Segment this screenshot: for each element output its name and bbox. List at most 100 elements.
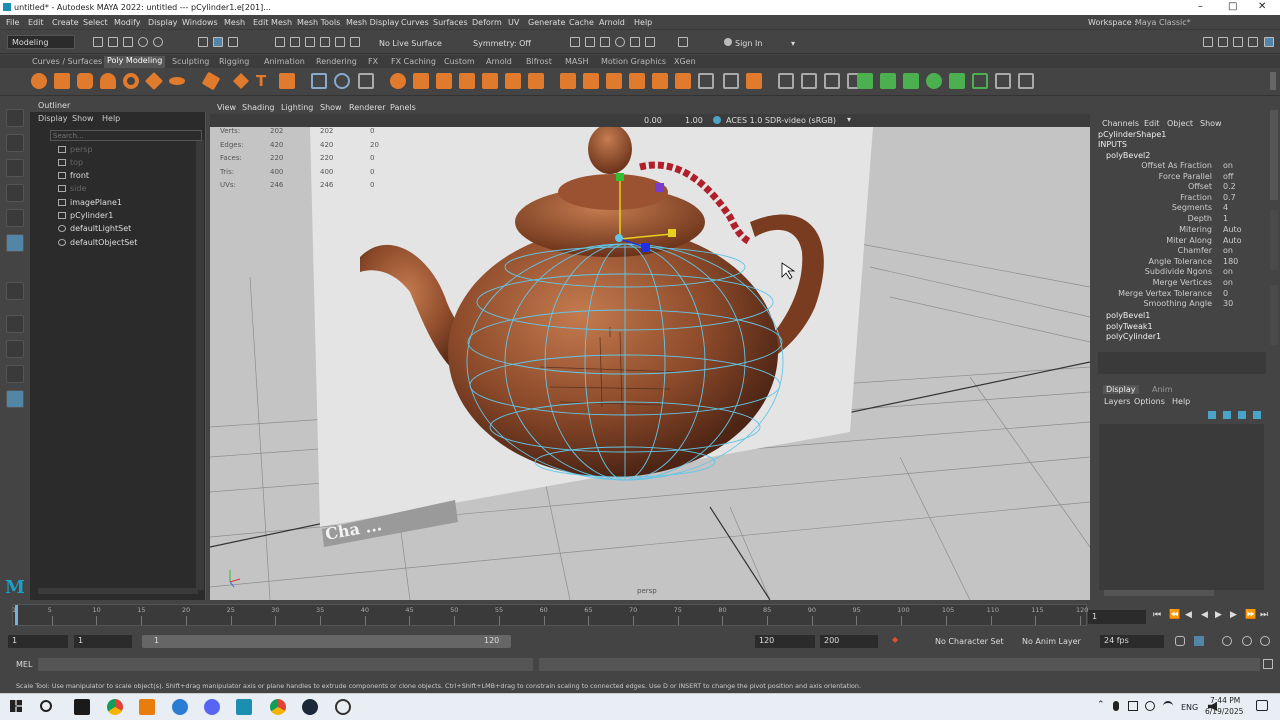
- outliner-search-input[interactable]: [50, 130, 202, 141]
- tool-settings-icon[interactable]: [1233, 37, 1243, 47]
- fps-dropdown[interactable]: 24 fps: [1100, 635, 1164, 648]
- side-tab-attribute-editor[interactable]: [1270, 285, 1278, 345]
- channelbox-menu-edit[interactable]: Edit: [1144, 119, 1160, 128]
- snap-view-icon[interactable]: [320, 37, 330, 47]
- outliner-item-side[interactable]: side: [58, 184, 86, 193]
- playhead[interactable]: [15, 605, 18, 625]
- channel-row[interactable]: Offset As Fraction on: [1096, 161, 1268, 172]
- poly-torus-icon[interactable]: [123, 73, 139, 89]
- shelf-tab-animation[interactable]: Animation: [264, 57, 305, 66]
- channelbox-object-name[interactable]: pCylinderShape1: [1098, 130, 1166, 139]
- tray-chevron-icon[interactable]: ⌃: [1097, 700, 1105, 710]
- viewport-menu-panels[interactable]: Panels: [390, 103, 416, 112]
- go-to-end-icon[interactable]: ⏭: [1260, 610, 1268, 620]
- outliner-scrollbar[interactable]: [196, 140, 204, 590]
- redo-icon[interactable]: [153, 37, 163, 47]
- blender-icon[interactable]: [139, 699, 155, 715]
- workspace-value[interactable]: Maya Classic*: [1135, 18, 1191, 27]
- sculpt-icon[interactable]: [778, 73, 794, 89]
- shelf-tab-motion-graphics[interactable]: Motion Graphics: [601, 57, 666, 66]
- loop-icon[interactable]: [1175, 636, 1185, 646]
- collapse-icon[interactable]: [606, 73, 622, 89]
- menu-display[interactable]: Display: [148, 18, 178, 27]
- select-component-icon[interactable]: [228, 37, 238, 47]
- layer-menu-options[interactable]: Options: [1134, 397, 1165, 406]
- soft-select-icon[interactable]: [746, 73, 762, 89]
- insert-edge-loop-icon[interactable]: [801, 73, 817, 89]
- command-input[interactable]: [38, 658, 533, 671]
- offset-edge-loop-icon[interactable]: [824, 73, 840, 89]
- clock-date[interactable]: 6/19/2025: [1205, 707, 1243, 716]
- move-layer-down-icon[interactable]: [1238, 411, 1246, 419]
- smooth-icon[interactable]: [358, 73, 374, 89]
- layer-menu-layers[interactable]: Layers: [1104, 397, 1130, 406]
- menu-mesh-tools[interactable]: Mesh Tools: [297, 18, 340, 27]
- steam-icon[interactable]: [302, 699, 318, 715]
- new-scene-icon[interactable]: [93, 37, 103, 47]
- step-back-key-icon[interactable]: ⏪: [1169, 610, 1180, 620]
- symmetry-label[interactable]: Symmetry: Off: [473, 39, 531, 48]
- cache-playback-icon[interactable]: [1194, 636, 1204, 646]
- shelf-tab-arnold[interactable]: Arnold: [486, 57, 512, 66]
- move-layer-up-icon[interactable]: [1223, 411, 1231, 419]
- exposure-value[interactable]: 0.00: [644, 116, 662, 125]
- channel-row[interactable]: Subdivide Ngons on: [1096, 267, 1268, 278]
- menu-uv[interactable]: UV: [508, 18, 519, 27]
- select-object-icon[interactable]: [213, 37, 223, 47]
- channelbox-menu-show[interactable]: Show: [1200, 119, 1222, 128]
- layout-outliner-icon[interactable]: [6, 390, 24, 408]
- range-bar[interactable]: 1 120: [142, 635, 511, 648]
- shelf-tab-xgen[interactable]: XGen: [674, 57, 696, 66]
- channelbox-node-polytweak1[interactable]: polyTweak1: [1106, 322, 1153, 331]
- outliner-item-front[interactable]: front: [58, 171, 89, 180]
- close-icon[interactable]: ✕: [1258, 1, 1266, 12]
- menu-curves[interactable]: Curves: [401, 18, 429, 27]
- shelf-tab-rigging[interactable]: Rigging: [219, 57, 249, 66]
- viewport-menu-renderer[interactable]: Renderer: [349, 103, 386, 112]
- outliner-hscrollbar[interactable]: [38, 588, 198, 594]
- multi-cut-icon[interactable]: [652, 73, 668, 89]
- pycharm-icon[interactable]: [74, 699, 90, 715]
- tray-pen-icon[interactable]: [1145, 701, 1155, 711]
- render-settings-icon[interactable]: [600, 37, 610, 47]
- snap-grid-icon[interactable]: [275, 37, 285, 47]
- time-slider[interactable]: 1510152025303540455055606570758085909510…: [0, 600, 1280, 630]
- snap-live-icon[interactable]: [350, 37, 360, 47]
- step-forward-key-icon[interactable]: ⏩: [1245, 610, 1256, 620]
- wifi-icon[interactable]: [1163, 701, 1173, 711]
- ipr-render-icon[interactable]: [585, 37, 595, 47]
- new-layer-selected-icon[interactable]: [1253, 411, 1261, 419]
- separate-icon[interactable]: [334, 73, 350, 89]
- layout-two-icon[interactable]: [6, 365, 24, 383]
- render-icon[interactable]: [570, 37, 580, 47]
- viewport-menu-view[interactable]: View: [217, 103, 236, 112]
- anim-prefs-icon[interactable]: [1260, 636, 1270, 646]
- layout-four-icon[interactable]: [6, 340, 24, 358]
- channel-row[interactable]: Offset 0.2: [1096, 182, 1268, 193]
- step-back-frame-icon[interactable]: ◀: [1185, 610, 1192, 620]
- select-tool-icon[interactable]: [6, 109, 24, 127]
- menu-set-dropdown[interactable]: Modeling: [7, 35, 75, 49]
- live-surface-label[interactable]: No Live Surface: [379, 39, 442, 48]
- layer-list[interactable]: [1099, 424, 1264, 590]
- layer-hscrollbar[interactable]: [1104, 590, 1214, 596]
- playback-start-field[interactable]: 1: [74, 635, 132, 648]
- new-layer-icon[interactable]: [1208, 411, 1216, 419]
- search-icon[interactable]: [40, 700, 52, 712]
- cylindrical-map-icon[interactable]: [903, 73, 919, 89]
- poly-cube-icon[interactable]: [54, 73, 70, 89]
- mel-label[interactable]: MEL: [16, 660, 32, 669]
- channel-row[interactable]: Mitering Auto: [1096, 225, 1268, 236]
- pause-icon[interactable]: [678, 37, 688, 47]
- channels-menu[interactable]: Channels: [1102, 119, 1139, 128]
- menu-deform[interactable]: Deform: [472, 18, 502, 27]
- go-to-start-icon[interactable]: ⏮: [1153, 610, 1161, 620]
- select-hierarchy-icon[interactable]: [198, 37, 208, 47]
- spherical-map-icon[interactable]: [926, 73, 942, 89]
- current-frame-field[interactable]: 1: [1088, 610, 1146, 624]
- menu-select[interactable]: Select: [83, 18, 108, 27]
- gamma-value[interactable]: 1.00: [685, 116, 703, 125]
- bridge-icon[interactable]: [436, 73, 452, 89]
- mirror-icon[interactable]: [390, 73, 406, 89]
- clock-time[interactable]: 7:44 PM: [1210, 696, 1240, 705]
